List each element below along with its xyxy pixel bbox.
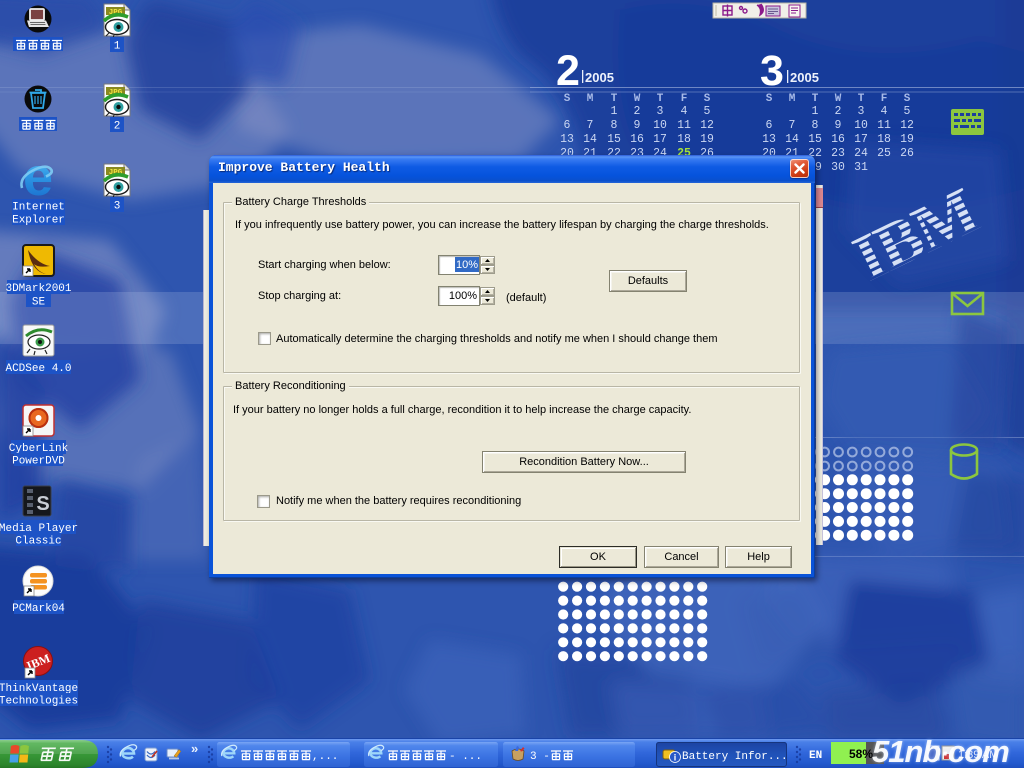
svg-text:SE: SE (32, 297, 46, 309)
svg-text:F: F (881, 93, 888, 105)
svg-text:19: 19 (900, 133, 914, 146)
svg-text:W: W (835, 93, 842, 105)
svg-text:5: 5 (704, 105, 711, 118)
svg-text:e: e (23, 147, 53, 207)
svg-text:1: 1 (812, 105, 819, 118)
svg-text:1: 1 (611, 105, 618, 118)
svg-text:10: 10 (653, 119, 667, 132)
svg-text:PowerDVD: PowerDVD (12, 456, 65, 468)
svg-text:4: 4 (681, 105, 688, 118)
svg-text:5: 5 (904, 105, 911, 118)
svg-text:,...: ,... (312, 751, 338, 763)
svg-text:S: S (704, 93, 711, 105)
svg-text:12: 12 (700, 119, 714, 132)
svg-text:7: 7 (789, 119, 796, 132)
svg-text:PCMark04: PCMark04 (12, 603, 65, 615)
svg-text:13: 13 (762, 133, 776, 146)
svg-text:3: 3 (858, 105, 865, 118)
svg-text:Classic: Classic (15, 536, 61, 548)
svg-text:EN: EN (809, 750, 822, 762)
svg-text:58%: 58% (849, 747, 873, 761)
svg-text:12: 12 (900, 119, 914, 132)
svg-text:18: 18 (877, 133, 891, 146)
svg-text:F: F (681, 93, 688, 105)
svg-text:Explorer: Explorer (12, 215, 65, 227)
svg-text:14: 14 (583, 133, 597, 146)
svg-text:- ...: - ... (449, 751, 482, 763)
svg-text:25: 25 (877, 147, 891, 160)
svg-text:4: 4 (881, 105, 888, 118)
svg-text:S: S (904, 93, 911, 105)
svg-text:6: 6 (564, 119, 571, 132)
svg-text:T: T (611, 93, 618, 105)
svg-text:2005: 2005 (790, 70, 819, 85)
svg-text:2005: 2005 (585, 70, 614, 85)
svg-text:M: M (587, 93, 594, 105)
svg-text:14: 14 (785, 133, 799, 146)
svg-text:19: 19 (700, 133, 714, 146)
svg-text:i: i (674, 753, 677, 763)
svg-text:Battery Infor...: Battery Infor... (682, 751, 788, 763)
svg-text:2: 2 (634, 105, 641, 118)
svg-text:9: 9 (835, 119, 842, 132)
svg-text:24: 24 (854, 147, 868, 160)
svg-text:»: » (191, 741, 198, 756)
svg-text:1: 1 (114, 41, 121, 53)
svg-text:26: 26 (900, 147, 914, 160)
svg-text:10: 10 (854, 119, 868, 132)
svg-text:T: T (812, 93, 819, 105)
svg-text:6: 6 (766, 119, 773, 132)
svg-text:S: S (766, 93, 773, 105)
svg-text:18: 18 (677, 133, 691, 146)
svg-text:30: 30 (831, 161, 845, 174)
svg-text:T: T (858, 93, 865, 105)
svg-text:16: 16 (831, 133, 845, 146)
svg-text:Internet: Internet (12, 202, 65, 214)
svg-text:3: 3 (657, 105, 664, 118)
svg-text:ACDSee 4.0: ACDSee 4.0 (5, 363, 71, 375)
svg-text:2: 2 (835, 105, 842, 118)
svg-text:2: 2 (114, 121, 121, 133)
svg-text:11: 11 (877, 119, 891, 132)
svg-text:11: 11 (677, 119, 691, 132)
svg-text:2: 2 (556, 47, 580, 95)
svg-text:9: 9 (634, 119, 641, 132)
svg-text:31: 31 (854, 161, 868, 174)
svg-text:8: 8 (812, 119, 819, 132)
svg-text:13: 13 (560, 133, 574, 146)
svg-text:3: 3 (760, 47, 784, 95)
svg-text:7: 7 (587, 119, 594, 132)
svg-text:3: 3 (114, 201, 121, 213)
svg-text:T: T (657, 93, 664, 105)
svg-text:17: 17 (653, 133, 667, 146)
svg-text:16: 16 (630, 133, 644, 146)
svg-text:15: 15 (607, 133, 621, 146)
svg-text:S: S (36, 493, 49, 515)
svg-text:W: W (634, 93, 641, 105)
svg-text:17: 17 (854, 133, 868, 146)
svg-text:3DMark2001: 3DMark2001 (5, 283, 71, 295)
svg-text:8: 8 (611, 119, 618, 132)
svg-text:S: S (564, 93, 571, 105)
svg-text:15: 15 (808, 133, 822, 146)
svg-text:23: 23 (831, 147, 845, 160)
svg-text:Technologies: Technologies (0, 696, 78, 708)
svg-text:M: M (789, 93, 796, 105)
svg-text:3 -: 3 - (530, 751, 550, 763)
